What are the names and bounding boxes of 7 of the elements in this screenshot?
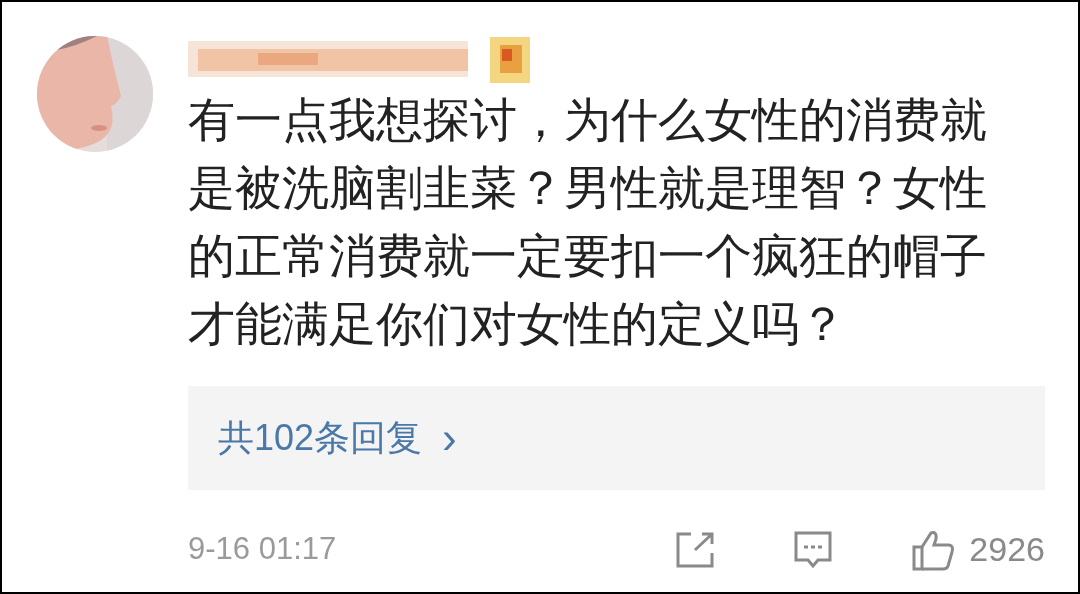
- comment-time: 9-16 01:17: [188, 530, 337, 569]
- comment-icon[interactable]: [793, 529, 834, 570]
- thumbs-up-icon[interactable]: [911, 528, 956, 571]
- comment-text: 有一点我想探讨，为什么女性的消费就是被洗脑割韭菜？男性就是理智？女性的正常消费就一定要扣一个疯狂的帽子才能满足你们对女性的定义吗？: [188, 92, 988, 352]
- like-count: 2926: [969, 529, 1045, 570]
- share-icon[interactable]: [675, 530, 716, 569]
- replies-link[interactable]: 共102条回复 ›: [218, 411, 457, 465]
